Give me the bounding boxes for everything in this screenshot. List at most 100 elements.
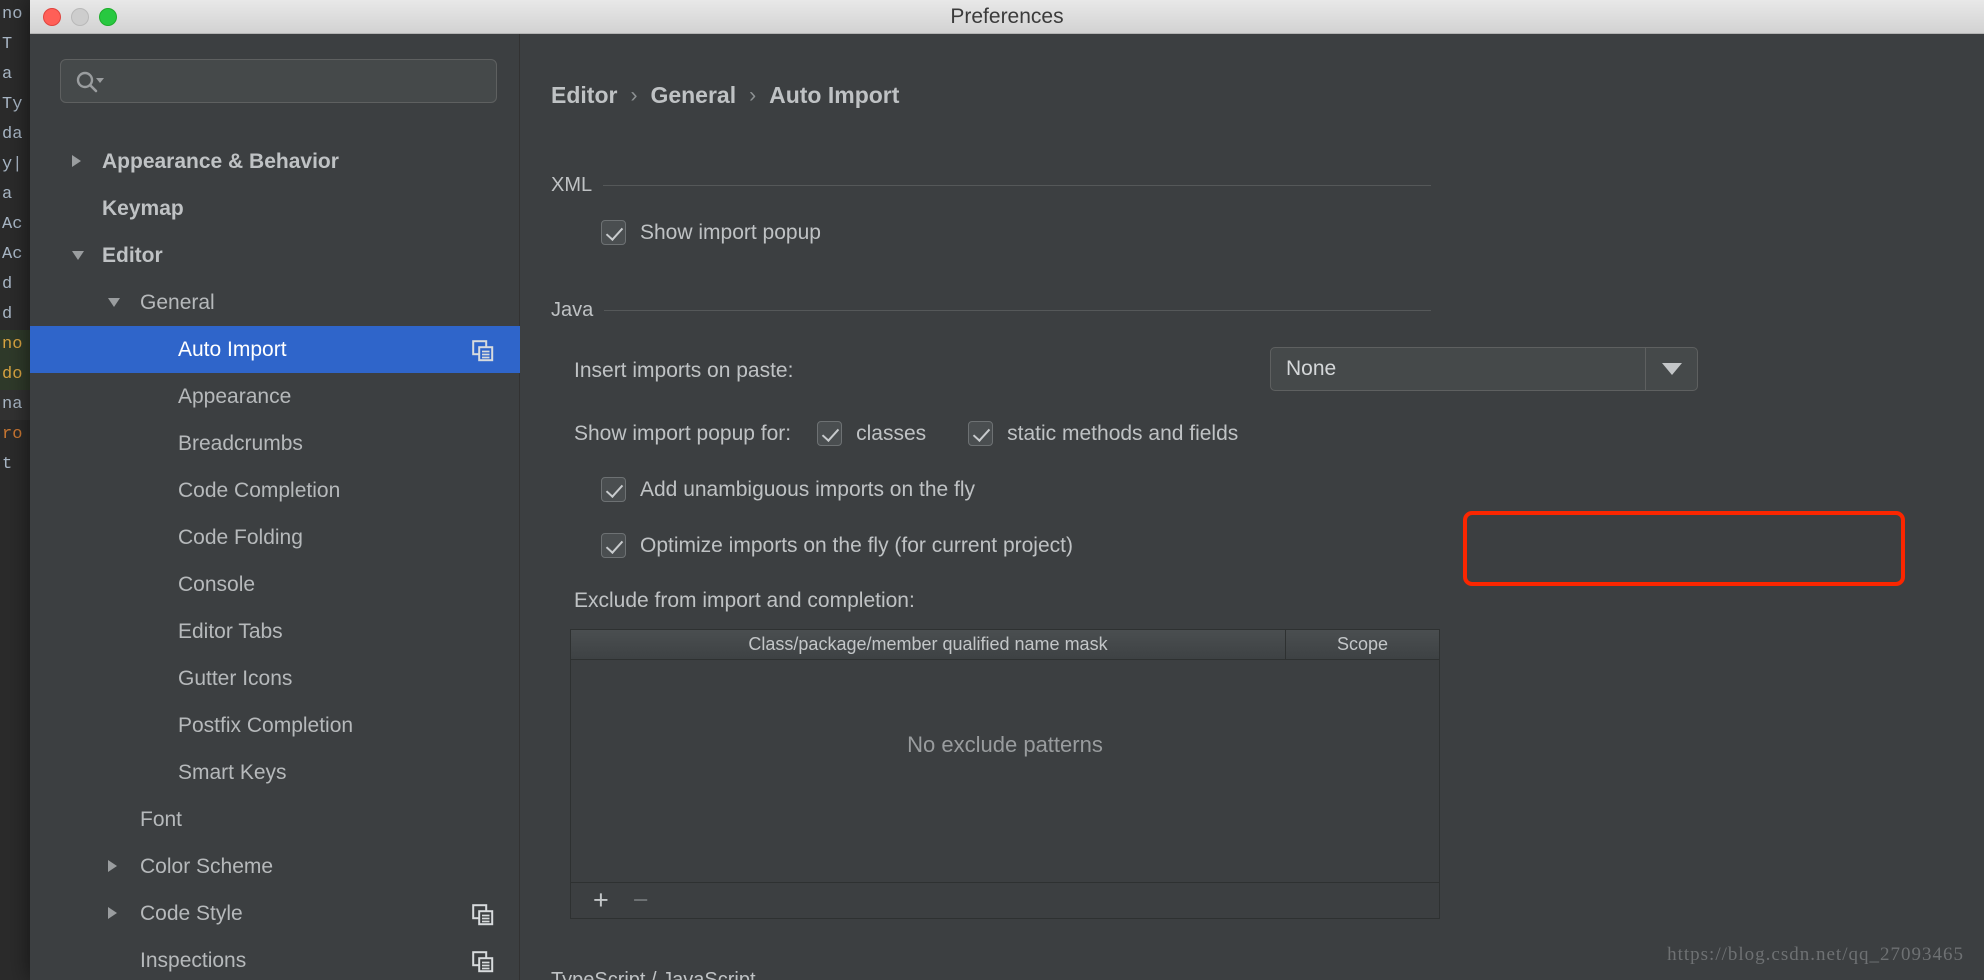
sidebar-item-code-style[interactable]: Code Style xyxy=(30,890,520,937)
sidebar-item-console[interactable]: Console xyxy=(30,561,520,608)
preferences-window: Preferences Appearance & Behavior Keymap E… xyxy=(30,0,1984,980)
background-code-line: Ac xyxy=(0,210,30,240)
chevron-right-icon[interactable] xyxy=(108,860,117,872)
section-title-typescript: TypeScript / JavaScript xyxy=(551,969,756,980)
sidebar-item-label: Keymap xyxy=(102,197,184,221)
sidebar-item-label: Inspections xyxy=(140,949,246,973)
sidebar-item-smart-keys[interactable]: Smart Keys xyxy=(30,749,520,796)
checkbox-box-icon[interactable] xyxy=(601,533,626,558)
background-code-line: da xyxy=(0,120,30,150)
watermark-text: https://blog.csdn.net/qq_27093465 xyxy=(1667,944,1964,966)
sidebar-item-appearance-behavior[interactable]: Appearance & Behavior xyxy=(30,138,520,185)
background-code-line: no xyxy=(0,0,30,30)
caret-down-glyph xyxy=(1662,363,1682,375)
chevron-right-icon[interactable] xyxy=(108,907,117,919)
sidebar-item-breadcrumbs[interactable]: Breadcrumbs xyxy=(30,420,520,467)
sidebar-item-appearance[interactable]: Appearance xyxy=(30,373,520,420)
sidebar-item-font[interactable]: Font xyxy=(30,796,520,843)
sidebar-item-editor-tabs[interactable]: Editor Tabs xyxy=(30,608,520,655)
sidebar-item-label: Editor xyxy=(102,244,163,268)
insert-imports-dropdown[interactable]: None xyxy=(1270,347,1698,391)
background-code-line: Ac xyxy=(0,240,30,270)
breadcrumb-item-auto-import: Auto Import xyxy=(769,82,899,109)
background-editor: noTaTyday|aAcAcddnodonarot xyxy=(0,0,30,980)
background-code-line: ro xyxy=(0,420,30,450)
chevron-down-icon[interactable] xyxy=(72,251,84,260)
insert-imports-label: Insert imports on paste: xyxy=(574,359,793,383)
checkbox-static-methods-box-icon[interactable] xyxy=(968,421,993,446)
sidebar-item-label: Appearance & Behavior xyxy=(102,150,339,174)
checkbox-box-icon[interactable] xyxy=(601,220,626,245)
sidebar-item-label: Appearance xyxy=(178,385,291,409)
settings-panel: Editor › General › Auto Import XML Show … xyxy=(521,34,1984,980)
table-empty-message: No exclude patterns xyxy=(907,732,1103,758)
background-code-line: d xyxy=(0,300,30,330)
dropdown-selected-value: None xyxy=(1271,348,1645,390)
search-input[interactable] xyxy=(117,60,488,104)
table-body: No exclude patterns xyxy=(571,660,1439,883)
checkbox-classes-label: classes xyxy=(856,422,926,446)
background-code-line: y| xyxy=(0,150,30,180)
sidebar-item-gutter-icons[interactable]: Gutter Icons xyxy=(30,655,520,702)
breadcrumb-item-editor[interactable]: Editor xyxy=(551,82,617,109)
sidebar-item-color-scheme[interactable]: Color Scheme xyxy=(30,843,520,890)
checkbox-label: Show import popup xyxy=(640,221,821,245)
table-header-row: Class/package/member qualified name mask… xyxy=(571,630,1439,660)
checkbox-box-icon[interactable] xyxy=(601,477,626,502)
section-rule xyxy=(604,310,1431,311)
exclude-patterns-table[interactable]: Class/package/member qualified name mask… xyxy=(570,629,1440,919)
table-column-header-mask[interactable]: Class/package/member qualified name mask xyxy=(571,630,1286,659)
section-header-xml: XML xyxy=(551,174,1431,197)
background-code-line: T xyxy=(0,30,30,60)
sidebar-item-postfix-completion[interactable]: Postfix Completion xyxy=(30,702,520,749)
window-title: Preferences xyxy=(30,0,1984,34)
window-content: Appearance & Behavior Keymap Editor General… xyxy=(30,34,1984,980)
checkbox-static-methods-label: static methods and fields xyxy=(1007,422,1238,446)
chevron-down-icon[interactable] xyxy=(1645,348,1697,390)
sidebar-item-keymap[interactable]: Keymap xyxy=(30,185,520,232)
copy-settings-icon[interactable] xyxy=(472,904,494,931)
chevron-down-icon[interactable] xyxy=(108,298,120,307)
background-code-line: t xyxy=(0,450,30,480)
sidebar-item-label: Smart Keys xyxy=(178,761,287,785)
section-header-java: Java xyxy=(551,299,1431,322)
copy-settings-icon[interactable] xyxy=(472,951,494,978)
breadcrumb-separator-icon: › xyxy=(749,84,756,108)
sidebar: Appearance & Behavior Keymap Editor General… xyxy=(30,34,520,980)
show-popup-for-row: Show import popup for: classes static me… xyxy=(574,421,1238,446)
background-code-line: do xyxy=(0,360,30,390)
checkbox-optimize-imports[interactable]: Optimize imports on the fly (for current… xyxy=(601,533,1073,558)
section-title-java: Java xyxy=(551,299,593,322)
sidebar-item-label: Code Style xyxy=(140,902,243,926)
exclude-from-import-label: Exclude from import and completion: xyxy=(574,589,915,613)
add-pattern-button[interactable]: + xyxy=(593,887,609,914)
sidebar-item-general[interactable]: General xyxy=(30,279,520,326)
background-code-line: d xyxy=(0,270,30,300)
background-code-line: no xyxy=(0,330,30,360)
search-box[interactable] xyxy=(60,59,497,103)
checkbox-add-unambiguous-imports[interactable]: Add unambiguous imports on the fly xyxy=(601,477,975,502)
section-header-typescript: TypeScript / JavaScript xyxy=(551,969,1431,980)
table-toolbar: + − xyxy=(571,883,1439,918)
sidebar-item-inspections[interactable]: Inspections xyxy=(30,937,520,980)
section-rule xyxy=(603,185,1431,186)
checkbox-classes-box-icon[interactable] xyxy=(817,421,842,446)
sidebar-item-label: Code Completion xyxy=(178,479,340,503)
copy-settings-icon[interactable] xyxy=(472,340,494,367)
sidebar-item-label: Editor Tabs xyxy=(178,620,283,644)
search-icon xyxy=(75,70,105,99)
background-code-line: a xyxy=(0,180,30,210)
background-code-line: a xyxy=(0,60,30,90)
breadcrumb: Editor › General › Auto Import xyxy=(551,82,899,109)
checkbox-show-import-popup[interactable]: Show import popup xyxy=(601,220,821,245)
breadcrumb-item-general[interactable]: General xyxy=(650,82,736,109)
sidebar-item-editor[interactable]: Editor xyxy=(30,232,520,279)
sidebar-item-auto-import[interactable]: Auto Import xyxy=(30,326,520,373)
sidebar-item-code-folding[interactable]: Code Folding xyxy=(30,514,520,561)
red-highlight-annotation xyxy=(1463,511,1905,586)
sidebar-item-code-completion[interactable]: Code Completion xyxy=(30,467,520,514)
table-column-header-scope[interactable]: Scope xyxy=(1286,630,1439,659)
background-code-line: Ty xyxy=(0,90,30,120)
chevron-right-icon[interactable] xyxy=(72,155,81,167)
checkbox-label: Add unambiguous imports on the fly xyxy=(640,478,975,502)
